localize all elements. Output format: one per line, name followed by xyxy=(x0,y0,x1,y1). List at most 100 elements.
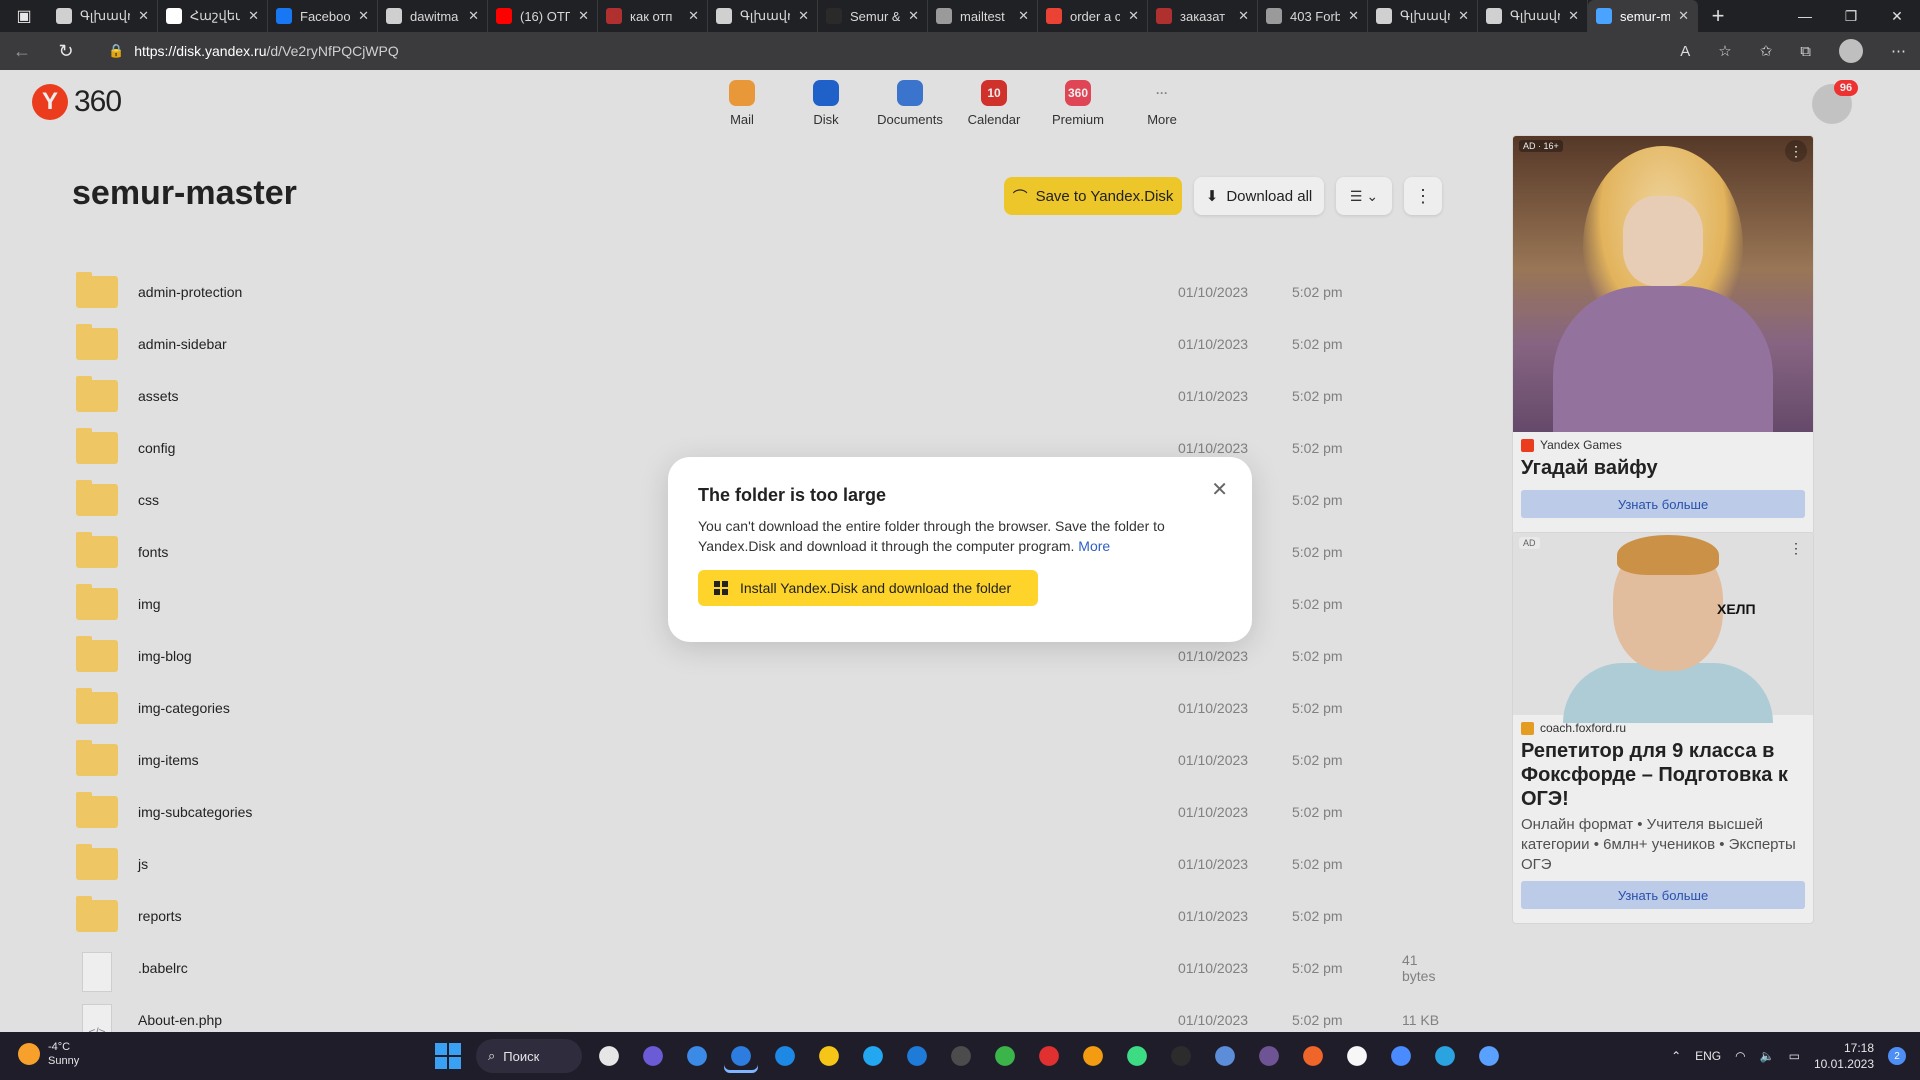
new-tab-button[interactable]: + xyxy=(1698,0,1738,32)
browser-tab[interactable]: order a c ✕ xyxy=(1038,0,1148,32)
tab-close-icon[interactable]: ✕ xyxy=(908,8,919,24)
clock-date: 10.01.2023 xyxy=(1813,1057,1874,1071)
browser-tab[interactable]: dawitma ✕ xyxy=(378,0,488,32)
volume-icon[interactable]: 🔈 xyxy=(1760,1049,1775,1063)
browser-tab[interactable]: Գլխավոր ✕ xyxy=(1368,0,1478,32)
tab-close-icon[interactable]: ✕ xyxy=(1568,8,1579,24)
browser-tab[interactable]: как отп ✕ xyxy=(598,0,708,32)
tab-favicon-icon xyxy=(386,8,402,24)
taskbar-app-icon[interactable] xyxy=(1252,1039,1286,1073)
taskbar-app-icon[interactable] xyxy=(592,1039,626,1073)
more-link[interactable]: More xyxy=(1078,538,1110,554)
browser-tab[interactable]: Գլխավոր ✕ xyxy=(1478,0,1588,32)
tab-favicon-icon xyxy=(606,8,622,24)
browser-tab[interactable]: Գլխավոր ✕ xyxy=(708,0,818,32)
tab-close-icon[interactable]: ✕ xyxy=(1348,8,1359,24)
tab-close-icon[interactable]: ✕ xyxy=(688,8,699,24)
browser-tab[interactable]: Հաշվետ ✕ xyxy=(158,0,268,32)
tab-favicon-icon xyxy=(1156,8,1172,24)
taskbar-app-icon[interactable] xyxy=(1208,1039,1242,1073)
read-aloud-icon[interactable]: A xyxy=(1680,43,1690,60)
close-window-button[interactable]: ✕ xyxy=(1874,0,1920,32)
taskbar-app-icon[interactable] xyxy=(768,1039,802,1073)
tab-title: Semur & xyxy=(850,8,901,24)
taskbar-app-icon[interactable] xyxy=(812,1039,846,1073)
tab-actions-icon[interactable]: ▣ xyxy=(0,0,48,32)
tab-favicon-icon xyxy=(1266,8,1282,24)
taskbar-app-icon[interactable] xyxy=(900,1039,934,1073)
favorites-icon[interactable]: ✩ xyxy=(1760,42,1773,60)
dialog-title: The folder is too large xyxy=(698,485,887,505)
notification-badge[interactable]: 2 xyxy=(1888,1047,1906,1065)
browser-menu-icon[interactable]: ⋯ xyxy=(1891,42,1906,60)
tab-favicon-icon xyxy=(826,8,842,24)
taskbar-app-icon[interactable] xyxy=(944,1039,978,1073)
taskbar-app-icon[interactable] xyxy=(1428,1039,1462,1073)
taskbar-app-icon[interactable] xyxy=(636,1039,670,1073)
tab-close-icon[interactable]: ✕ xyxy=(1238,8,1249,24)
wifi-icon[interactable]: ◠ xyxy=(1735,1049,1745,1063)
tab-favicon-icon xyxy=(496,8,512,24)
taskbar-app-icon[interactable] xyxy=(1296,1039,1330,1073)
lock-icon: 🔒 xyxy=(108,43,125,58)
taskbar-apps: ⌕ Поиск xyxy=(430,1038,1506,1074)
tab-title: Facebook xyxy=(300,8,351,24)
tab-title: semur-m xyxy=(1620,8,1671,24)
address-bar[interactable]: 🔒 https://disk.yandex.ru/d/Ve2ryNfPQCjWP… xyxy=(108,36,1668,66)
tab-close-icon[interactable]: ✕ xyxy=(138,8,149,24)
minimize-button[interactable]: — xyxy=(1782,0,1828,32)
tab-close-icon[interactable]: ✕ xyxy=(358,8,369,24)
language-indicator[interactable]: ENG xyxy=(1695,1049,1721,1063)
add-favorite-icon[interactable]: ☆ xyxy=(1718,42,1731,60)
browser-tab-bar: ▣ Գլխավոր✕Հաշվետ✕Facebook✕dawitma✕(16) О… xyxy=(0,0,1920,32)
browser-tab[interactable]: Semur & ✕ xyxy=(818,0,928,32)
install-disk-button[interactable]: Install Yandex.Disk and download the fol… xyxy=(698,570,1038,606)
taskbar-app-icon[interactable] xyxy=(988,1039,1022,1073)
install-disk-label: Install Yandex.Disk and download the fol… xyxy=(740,580,1012,596)
browser-tab[interactable]: 403 Forb ✕ xyxy=(1258,0,1368,32)
taskbar-app-icon[interactable] xyxy=(1472,1039,1506,1073)
taskbar-app-icon[interactable] xyxy=(724,1039,758,1073)
taskbar-app-icon[interactable] xyxy=(1384,1039,1418,1073)
browser-tab[interactable]: mailtest ✕ xyxy=(928,0,1038,32)
browser-tab[interactable]: semur-m ✕ xyxy=(1588,0,1698,32)
start-button[interactable] xyxy=(430,1038,466,1074)
close-icon[interactable]: ✕ xyxy=(1211,477,1228,502)
windows-taskbar: -4°C Sunny ⌕ Поиск ⌃ ENG ◠ 🔈 ▭ 17:18 10.… xyxy=(0,1032,1920,1080)
browser-tab[interactable]: (16) ОТП ✕ xyxy=(488,0,598,32)
window-controls: — ❐ ✕ xyxy=(1782,0,1920,32)
taskbar-app-icon[interactable] xyxy=(1120,1039,1154,1073)
url-text: https://disk.yandex.ru/d/Ve2ryNfPQCjWPQ xyxy=(134,43,399,59)
taskbar-app-icon[interactable] xyxy=(856,1039,890,1073)
weather-widget[interactable]: -4°C Sunny xyxy=(18,1040,79,1068)
battery-icon[interactable]: ▭ xyxy=(1789,1049,1800,1063)
reload-button[interactable]: ↻ xyxy=(44,41,88,62)
browser-tab[interactable]: Գլխավոր ✕ xyxy=(48,0,158,32)
tab-close-icon[interactable]: ✕ xyxy=(578,8,589,24)
tab-favicon-icon xyxy=(1046,8,1062,24)
tab-favicon-icon xyxy=(1376,8,1392,24)
taskbar-app-icon[interactable] xyxy=(1032,1039,1066,1073)
tab-title: Գլխավոր xyxy=(1400,8,1450,23)
tab-close-icon[interactable]: ✕ xyxy=(468,8,479,24)
clock[interactable]: 17:18 10.01.2023 xyxy=(1814,1040,1874,1072)
browser-profile-icon[interactable] xyxy=(1839,39,1863,63)
tab-close-icon[interactable]: ✕ xyxy=(798,8,809,24)
tab-close-icon[interactable]: ✕ xyxy=(1018,8,1029,24)
taskbar-app-icon[interactable] xyxy=(1340,1039,1374,1073)
chevron-up-icon[interactable]: ⌃ xyxy=(1671,1049,1681,1063)
browser-tab[interactable]: заказат ✕ xyxy=(1148,0,1258,32)
tab-close-icon[interactable]: ✕ xyxy=(1678,8,1689,24)
collections-icon[interactable]: ⧉ xyxy=(1800,43,1811,60)
tab-close-icon[interactable]: ✕ xyxy=(1458,8,1469,24)
restore-button[interactable]: ❐ xyxy=(1828,0,1874,32)
taskbar-app-icon[interactable] xyxy=(1164,1039,1198,1073)
back-button[interactable]: ← xyxy=(0,41,44,62)
taskbar-app-icon[interactable] xyxy=(1076,1039,1110,1073)
browser-tab[interactable]: Facebook ✕ xyxy=(268,0,378,32)
tab-close-icon[interactable]: ✕ xyxy=(248,8,259,24)
taskbar-search[interactable]: ⌕ Поиск xyxy=(476,1039,582,1073)
taskbar-app-icon[interactable] xyxy=(680,1039,714,1073)
tab-close-icon[interactable]: ✕ xyxy=(1128,8,1139,24)
tab-title: mailtest xyxy=(960,8,1005,24)
